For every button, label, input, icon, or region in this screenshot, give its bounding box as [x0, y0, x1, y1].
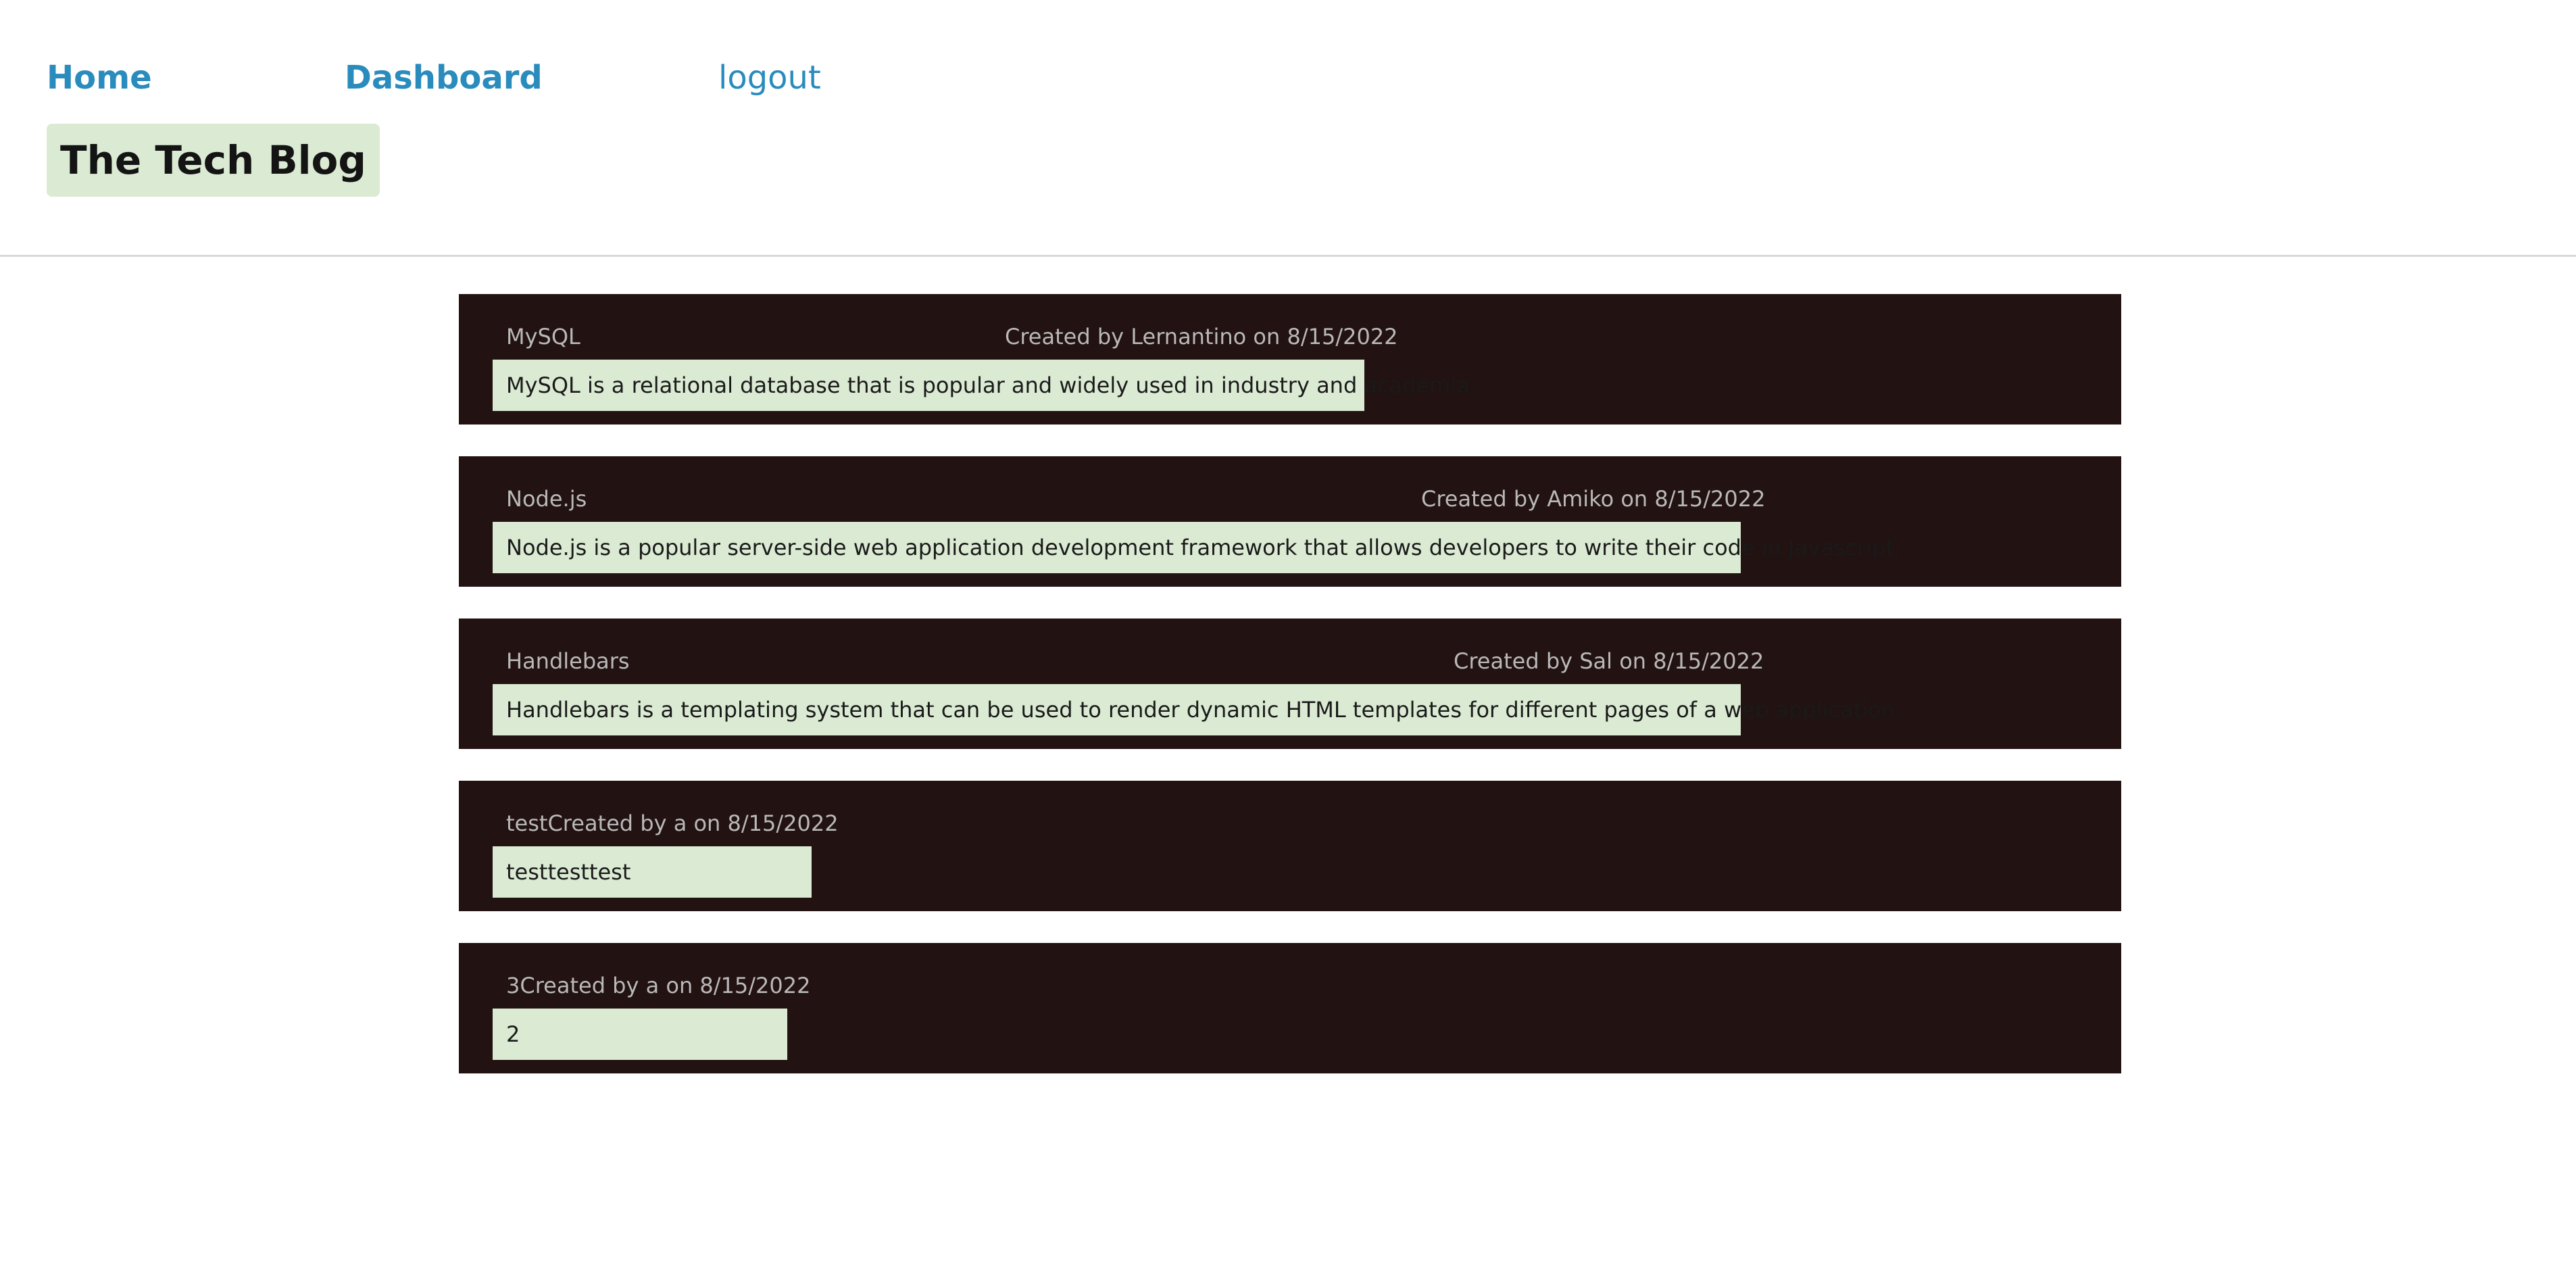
post-body: 2 [493, 1009, 787, 1060]
nav-dashboard-link[interactable]: Dashboard [345, 55, 543, 100]
post-title[interactable]: MySQL [506, 321, 580, 352]
nav-home-link[interactable]: Home [47, 55, 152, 100]
post-card[interactable]: testCreated by a on 8/15/2022 testtestte… [459, 781, 2121, 911]
post-card[interactable]: 3Created by a on 8/15/2022 2 [459, 943, 2121, 1073]
nav-logout-link[interactable]: logout [718, 55, 821, 100]
post-card[interactable]: MySQL Created by Lernantino on 8/15/2022… [459, 294, 2121, 425]
post-body: MySQL is a relational database that is p… [493, 360, 1477, 411]
post-card[interactable]: Handlebars Created by Sal on 8/15/2022 H… [459, 619, 2121, 749]
post-body: testtesttest [493, 846, 812, 898]
site-title: The Tech Blog [47, 124, 380, 197]
post-meta: Created by Amiko on 8/15/2022 [1421, 486, 1766, 512]
post-meta: Created by Sal on 8/15/2022 [1454, 648, 1764, 674]
post-list: MySQL Created by Lernantino on 8/15/2022… [459, 294, 2121, 1105]
site-header: Home Dashboard logout The Tech Blog [0, 0, 2576, 257]
post-title[interactable]: Handlebars [506, 646, 630, 677]
post-body: Handlebars is a templating system that c… [493, 684, 1902, 735]
post-meta: Created by a on 8/15/2022 [547, 810, 839, 836]
post-title-line: testCreated by a on 8/15/2022 [506, 808, 839, 839]
post-title[interactable]: 3 [506, 973, 520, 998]
post-card[interactable]: Node.js Created by Amiko on 8/15/2022 No… [459, 456, 2121, 587]
post-title-line: 3Created by a on 8/15/2022 [506, 970, 810, 1001]
post-body: Node.js is a popular server-side web app… [493, 522, 1901, 573]
post-meta: Created by Lernantino on 8/15/2022 [1005, 324, 1398, 349]
post-meta: Created by a on 8/15/2022 [520, 973, 811, 998]
post-title[interactable]: Node.js [506, 483, 587, 514]
post-title[interactable]: test [506, 810, 547, 836]
